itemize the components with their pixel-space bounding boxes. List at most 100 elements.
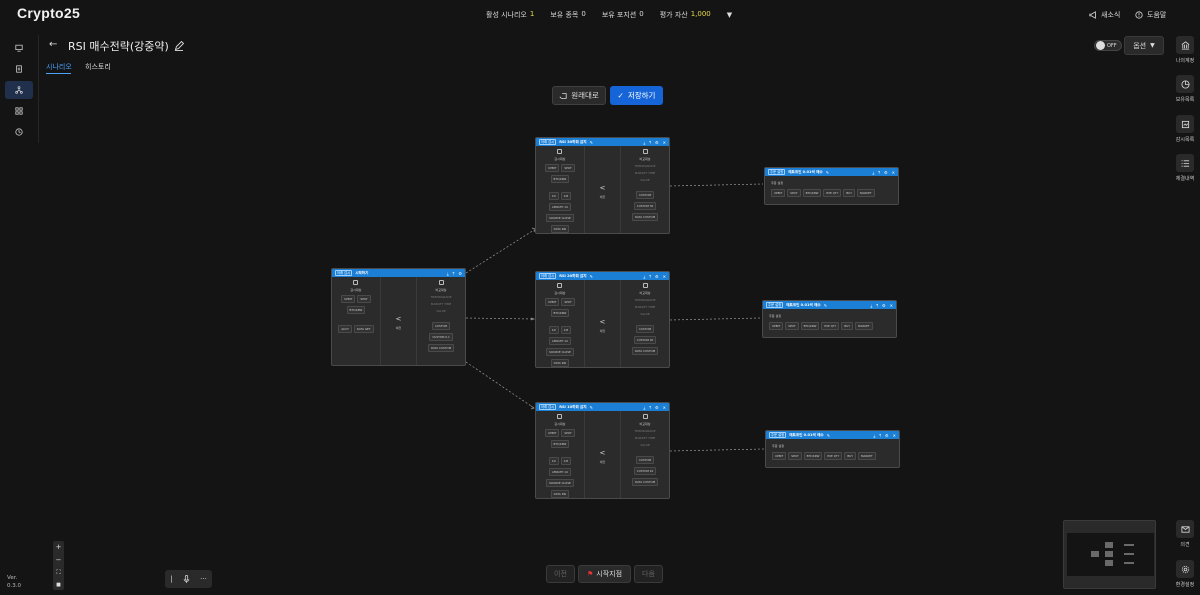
- gear-icon[interactable]: ⚙: [655, 274, 659, 279]
- upload-icon[interactable]: ⤒: [879, 433, 881, 438]
- download-icon[interactable]: ⤓: [870, 303, 872, 308]
- order-node-2[interactable]: 주문 설정 매트코인 0.01씩 매수 ✎ ⤓ ⤒ ⚙ ✕ 주문 설정 UPBIT SP…: [762, 300, 897, 338]
- edit-pencil-icon[interactable]: ✎: [824, 303, 827, 308]
- watch-list-icon: [1181, 120, 1189, 128]
- more-options-icon[interactable]: ···: [200, 575, 207, 583]
- download-icon[interactable]: ⤓: [872, 170, 874, 175]
- rightbar-settings[interactable]: 환경설정: [1171, 560, 1199, 588]
- close-icon[interactable]: ✕: [663, 405, 666, 410]
- gear-icon[interactable]: ⚙: [655, 140, 659, 145]
- node-header: 주문 설정 매트코인 0.01씩 매수 ✎ ⤓ ⤒ ⚙ ✕: [766, 431, 899, 439]
- download-icon[interactable]: ⤓: [643, 405, 645, 410]
- node-actions: ⤓ ⤒ ⚙ ✕: [643, 274, 666, 279]
- rightbar-holdings[interactable]: 보유목록: [1171, 75, 1199, 103]
- edit-pencil-icon[interactable]: ✎: [590, 140, 593, 145]
- node-actions: ⤓ ⤒ ⚙: [447, 271, 462, 276]
- rightbar-watchlist[interactable]: 감시목록: [1171, 115, 1199, 143]
- upload-icon[interactable]: ⤒: [649, 405, 651, 410]
- upload-icon[interactable]: ⤒: [878, 170, 880, 175]
- node-header: 아래 감시 시작하기 ⤓ ⤒ ⚙: [332, 269, 465, 277]
- close-icon[interactable]: ✕: [890, 303, 893, 308]
- edit-pencil-icon[interactable]: ✎: [827, 433, 830, 438]
- download-icon[interactable]: ⤓: [643, 274, 645, 279]
- close-icon[interactable]: ✕: [893, 433, 896, 438]
- download-icon[interactable]: ⤓: [643, 140, 645, 145]
- minimap-node: [1124, 562, 1134, 564]
- minimap-node: [1091, 551, 1099, 557]
- minimap-viewport: [1067, 533, 1154, 576]
- microphone-icon[interactable]: [183, 575, 190, 583]
- edge-cond-2-to-order-2: [669, 317, 762, 321]
- lock-icon[interactable]: ■: [56, 582, 61, 588]
- cursor-icon[interactable]: |: [170, 575, 172, 583]
- upload-icon[interactable]: ⤒: [649, 274, 651, 279]
- edge-cond-3-to-order-3: [669, 448, 765, 452]
- prev-button[interactable]: 이전: [546, 565, 575, 583]
- minimap-node: [1105, 551, 1113, 557]
- download-icon[interactable]: ⤓: [873, 433, 875, 438]
- flag-icon: ⚑: [586, 570, 594, 578]
- gear-icon: [1181, 565, 1189, 573]
- gear-icon[interactable]: ⚙: [655, 405, 659, 410]
- minimap-node: [1124, 544, 1134, 546]
- compare-icon: [642, 414, 648, 419]
- node-actions: ⤓ ⤒ ⚙ ✕: [643, 405, 666, 410]
- condition-node-3[interactable]: 아래 감시 RSI 10하회 감지 ✎ ⤓ ⤒ ⚙ ✕ 감시대상 UPBIT SPOT …: [535, 402, 670, 499]
- node-header: 아래 감시 RSI 10하회 감지 ✎ ⤓ ⤒ ⚙ ✕: [536, 403, 669, 411]
- edit-pencil-icon[interactable]: ✎: [590, 405, 593, 410]
- edge-start-to-cond-3: [465, 361, 535, 409]
- minimap-node: [1105, 542, 1113, 548]
- rightbar-feedback[interactable]: 의견: [1171, 520, 1199, 548]
- download-icon[interactable]: ⤓: [447, 271, 449, 276]
- start-node[interactable]: 아래 감시 시작하기 ⤓ ⤒ ⚙ 감시대상 UPBIT SPOT BTC/KRW …: [331, 268, 466, 366]
- compare-icon: [438, 280, 444, 285]
- condition-node-2[interactable]: 아래 감시 RSI 20하회 감지 ✎ ⤓ ⤒ ⚙ ✕ 감시대상 UPBIT SPOT …: [535, 271, 670, 368]
- node-header: 아래 감시 RSI 30하회 감지 ✎ ⤓ ⤒ ⚙ ✕: [536, 138, 669, 146]
- fit-view-icon[interactable]: ⛶: [56, 569, 60, 577]
- edit-pencil-icon[interactable]: ✎: [826, 170, 829, 175]
- target-icon: [557, 283, 563, 288]
- canvas-toolbar: | ···: [165, 570, 212, 588]
- order-node-3[interactable]: 주문 설정 매트코인 0.01씩 매수 ✎ ⤓ ⤒ ⚙ ✕ 주문 설정 UPBIT SP…: [765, 430, 900, 468]
- gear-icon[interactable]: ⚙: [885, 433, 889, 438]
- upload-icon[interactable]: ⤒: [453, 271, 455, 276]
- version-info: Ver. 0.3.0: [7, 575, 21, 589]
- rightbar-trade-history[interactable]: 체결내역: [1171, 154, 1199, 182]
- pie-chart-icon: [1180, 79, 1190, 89]
- close-icon[interactable]: ✕: [663, 274, 666, 279]
- gear-icon[interactable]: ⚙: [458, 271, 462, 276]
- zoom-out-icon[interactable]: −: [56, 556, 62, 564]
- edit-pencil-icon[interactable]: ✎: [590, 274, 593, 279]
- gear-icon[interactable]: ⚙: [882, 303, 886, 308]
- compare-icon: [642, 149, 648, 154]
- node-header: 주문 설정 매트코인 0.01씩 매수 ✎ ⤓ ⤒ ⚙ ✕: [765, 168, 898, 176]
- rightbar-my-account[interactable]: 나의계정: [1171, 36, 1199, 64]
- order-node-1[interactable]: 주문 설정 매트코인 0.01씩 매수 ✎ ⤓ ⤒ ⚙ ✕ 주문 설정 UPBIT SP…: [764, 167, 899, 205]
- node-header: 아래 감시 RSI 20하회 감지 ✎ ⤓ ⤒ ⚙ ✕: [536, 272, 669, 280]
- start-point-button[interactable]: ⚑ 시작지점: [578, 565, 631, 583]
- next-button[interactable]: 다음: [634, 565, 663, 583]
- node-actions: ⤓ ⤒ ⚙ ✕: [870, 303, 893, 308]
- zoom-in-icon[interactable]: +: [56, 543, 62, 551]
- upload-icon[interactable]: ⤒: [649, 140, 651, 145]
- target-icon: [557, 414, 563, 419]
- minimap-node: [1105, 560, 1113, 566]
- compare-icon: [642, 283, 648, 288]
- bank-icon: [1181, 40, 1189, 50]
- gear-icon[interactable]: ⚙: [884, 170, 888, 175]
- minimap[interactable]: [1063, 520, 1156, 589]
- target-icon: [353, 280, 359, 285]
- node-actions: ⤓ ⤒ ⚙ ✕: [872, 170, 895, 175]
- close-icon[interactable]: ✕: [663, 140, 666, 145]
- upload-icon[interactable]: ⤒: [876, 303, 878, 308]
- node-actions: ⤓ ⤒ ⚙ ✕: [873, 433, 896, 438]
- list-icon: [1181, 159, 1189, 167]
- edge-start-to-cond-1: [465, 229, 535, 274]
- mail-icon: [1180, 525, 1190, 533]
- edge-cond-1-to-order-1: [669, 183, 764, 187]
- close-icon[interactable]: ✕: [892, 170, 895, 175]
- minimap-node: [1124, 553, 1134, 555]
- node-header: 주문 설정 매트코인 0.01씩 매수 ✎ ⤓ ⤒ ⚙ ✕: [763, 301, 896, 309]
- condition-node-1[interactable]: 아래 감시 RSI 30하회 감지 ✎ ⤓ ⤒ ⚙ ✕ 감시대상 UPBIT SPOT …: [535, 137, 670, 234]
- edge-start-to-cond-2: [465, 317, 535, 320]
